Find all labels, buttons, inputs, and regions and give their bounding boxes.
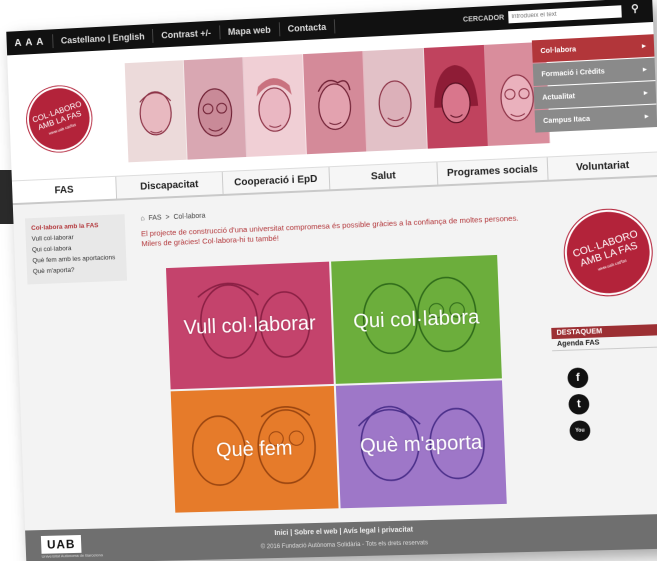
sidebar: Col·labora amb la FAS Vull col·laborar Q… xyxy=(25,214,127,284)
tab-salut[interactable]: Salut xyxy=(329,162,438,189)
menu-item-label: Actualitat xyxy=(542,93,575,102)
chevron-right-icon: ▸ xyxy=(645,112,649,120)
collaborate-grid: Vull col·laborar Qui col·labora Què fem xyxy=(166,255,507,513)
breadcrumb-separator: > xyxy=(165,214,169,221)
highlights-box: DESTAQUEM Agenda FAS xyxy=(551,324,657,351)
search-input[interactable] xyxy=(508,5,622,23)
face-illustration xyxy=(424,45,489,149)
tile-label: Què m'aporta xyxy=(360,431,483,458)
tile-label: Què fem xyxy=(216,437,293,462)
search-icon[interactable]: ⚲ xyxy=(621,3,649,19)
sitemap-link[interactable]: Mapa web xyxy=(220,24,279,37)
breadcrumb-current: Col·labora xyxy=(173,213,205,221)
home-icon[interactable]: ⌂ xyxy=(140,215,144,222)
face-illustration xyxy=(303,51,367,154)
tile-label: Qui col·labora xyxy=(353,306,480,334)
tab-voluntariat[interactable]: Voluntariat xyxy=(547,152,657,179)
agenda-link[interactable]: Agenda FAS xyxy=(552,335,657,351)
contrast-link[interactable]: Contrast +/- xyxy=(153,27,219,40)
breadcrumb-home[interactable]: FAS xyxy=(148,215,161,223)
text-size-control[interactable]: A A A xyxy=(7,36,53,49)
tab-discapacitat[interactable]: Discapacitat xyxy=(117,172,224,199)
tile-que-fem[interactable]: Què fem xyxy=(171,386,339,513)
menu-item-label: Col·labora xyxy=(540,46,576,55)
search-label: CERCADOR xyxy=(463,14,509,23)
tab-programes-socials[interactable]: Programes socials xyxy=(438,157,548,184)
divider xyxy=(334,19,336,33)
tile-que-maporta[interactable]: Què m'aporta xyxy=(336,380,507,508)
chevron-right-icon: ▸ xyxy=(643,65,647,73)
face-illustration xyxy=(243,54,307,157)
contact-link[interactable]: Contacta xyxy=(279,21,334,34)
chevron-right-icon: ▸ xyxy=(642,42,646,50)
tile-label: Vull col·laborar xyxy=(183,312,316,340)
tab-fas[interactable]: FAS xyxy=(12,177,117,203)
header-illustration xyxy=(125,42,551,163)
youtube-icon[interactable]: You xyxy=(569,420,590,441)
campaign-logo[interactable]: COL·LABORO AMB LA FAS www.uab.cat/fas xyxy=(19,78,100,161)
facebook-icon[interactable]: f xyxy=(567,367,588,388)
header-menu: Col·labora ▸ Formació i Crèdits ▸ Actual… xyxy=(532,34,657,133)
menu-item-label: Campus Itaca xyxy=(543,115,590,124)
tile-qui-collabora[interactable]: Qui col·labora xyxy=(331,255,502,384)
face-illustration xyxy=(125,60,188,162)
site-footer: UAB Universitat Autònoma de Barcelona In… xyxy=(25,514,657,561)
face-illustration xyxy=(363,48,428,151)
menu-item-campus-itaca[interactable]: Campus Itaca ▸ xyxy=(535,105,657,133)
screen-frame: A A A Castellano | English Contrast +/- … xyxy=(6,0,657,561)
twitter-icon[interactable]: t xyxy=(568,394,589,415)
tab-cooperacio[interactable]: Cooperació i EpD xyxy=(222,167,330,194)
campaign-badge[interactable]: COL·LABORO AMB LA FAS www.uab.cat/fas xyxy=(553,198,657,306)
language-selector[interactable]: Castellano | English xyxy=(53,31,153,46)
breadcrumb: ⌂ FAS > Col·labora xyxy=(140,213,205,223)
face-illustration xyxy=(184,57,247,159)
sidebar-item-que-maporta[interactable]: Què m'aporta? xyxy=(33,264,121,276)
menu-item-label: Formació i Crèdits xyxy=(541,68,605,78)
chevron-right-icon: ▸ xyxy=(644,89,648,97)
tile-vull-collaborar[interactable]: Vull col·laborar xyxy=(166,262,334,390)
